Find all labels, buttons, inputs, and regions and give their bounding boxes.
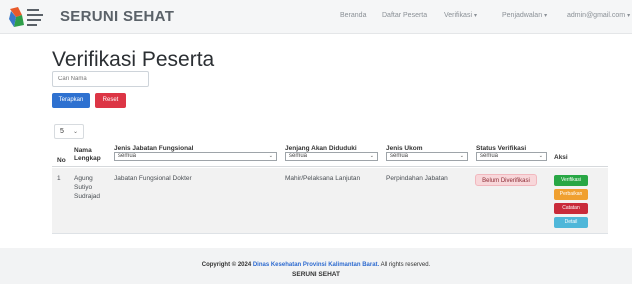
nav-verifikasi-label: Verifikasi [444,12,473,19]
cell-ukom: Perpindahan Jabatan [386,175,448,182]
filter-jabatan-value: semua [118,153,137,159]
chevron-down-icon: ▾ [474,13,478,19]
verify-button[interactable]: Verifikasi [554,175,588,186]
cell-nama: Agung Sutiyo Sudrajad [74,175,101,200]
filter-jenjang-select[interactable]: semua ⌄ [285,152,378,161]
chevron-down-icon: ⌄ [459,153,464,159]
chevron-down-icon: ▾ [544,13,548,19]
filter-ukom-select[interactable]: semua ⌄ [386,152,468,161]
filter-status-value: semua [480,153,499,159]
footer-copyright: Copyright © 2024 Dinas Kesehatan Provins… [0,262,632,268]
org-link[interactable]: Dinas Kesehatan Provinsi Kalimantan Bara… [253,262,379,268]
filter-jenjang-value: semua [289,153,308,159]
chevron-down-icon: ⌄ [72,129,78,135]
nav-verifikasi[interactable]: Verifikasi ▾ [444,12,477,19]
filter-ukom-value: semua [390,153,409,159]
rights-text: All rights reserved. [380,262,431,268]
navbar: SERUNI SEHAT Beranda Daftar Peserta Veri… [0,0,632,34]
brand-name[interactable]: SERUNI SEHAT [60,8,174,25]
filter-jabatan-select[interactable]: semua ⌄ [114,152,277,161]
nav-daftar-peserta[interactable]: Daftar Peserta [382,12,427,19]
detail-button[interactable]: Detail [554,217,588,228]
nav-penjadwalan[interactable]: Penjadwalan ▾ [502,12,547,19]
cell-no: 1 [57,175,61,182]
user-email: admin@gmail.com [567,12,626,19]
cell-jabatan: Jabatan Fungsional Dokter [114,175,192,182]
cell-jenjang: Mahir/Pelaksana Lanjutan [285,175,361,182]
column-header-aksi: Aksi [554,154,568,161]
chevron-down-icon: ⌄ [538,153,543,159]
page-size-select[interactable]: 5 ⌄ [54,124,84,139]
nav-beranda[interactable]: Beranda [340,12,366,19]
repair-button[interactable]: Perbaikan [554,189,588,200]
apply-button[interactable]: Terapkan [52,93,90,108]
reset-button[interactable]: Reset [95,93,126,108]
chevron-down-icon: ▾ [627,13,631,19]
logo [9,7,43,27]
status-badge: Belum Diverifikasi [475,174,537,186]
nav-penjadwalan-label: Penjadwalan [502,12,543,19]
notes-button[interactable]: Catatan [554,203,588,214]
column-header-nama: Nama Lengkap [74,147,101,162]
page-title: Verifikasi Peserta [52,48,215,71]
copyright-text: Copyright © 2024 [201,262,252,268]
chevron-down-icon: ⌄ [268,153,273,159]
search-input[interactable] [52,71,149,87]
column-header-no: No [57,157,66,164]
filter-status-select[interactable]: semua ⌄ [476,152,547,161]
chevron-down-icon: ⌄ [369,153,374,159]
nav-user-menu[interactable]: admin@gmail.com ▾ [567,12,630,19]
footer-brand: SERUNI SEHAT [292,271,340,278]
page-size-value: 5 [60,128,64,135]
